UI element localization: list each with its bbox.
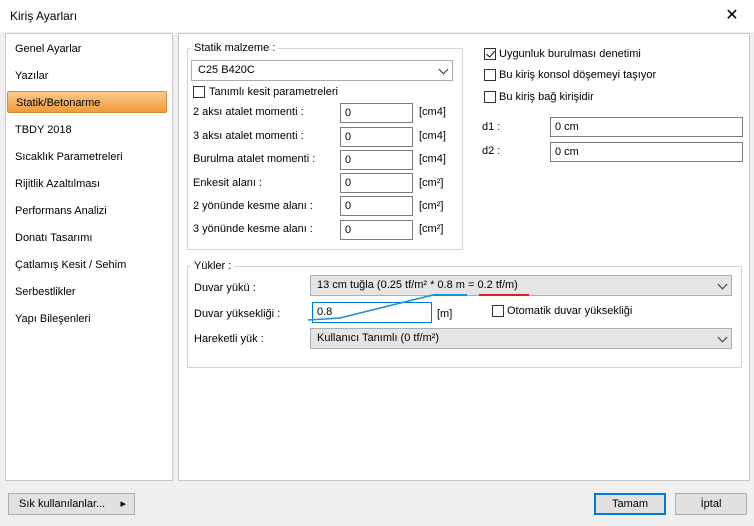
cancel-button[interactable]: İptal xyxy=(675,493,747,515)
arrow-right-icon: ▸ xyxy=(120,498,126,510)
blue-connector-annotation xyxy=(307,294,434,321)
ok-button[interactable]: Tamam xyxy=(594,493,666,515)
favorites-button[interactable]: Sık kullanılanlar... ▸ xyxy=(8,493,135,515)
annotation-overlay xyxy=(307,294,529,321)
favorites-label: Sık kullanılanlar... xyxy=(19,498,106,510)
